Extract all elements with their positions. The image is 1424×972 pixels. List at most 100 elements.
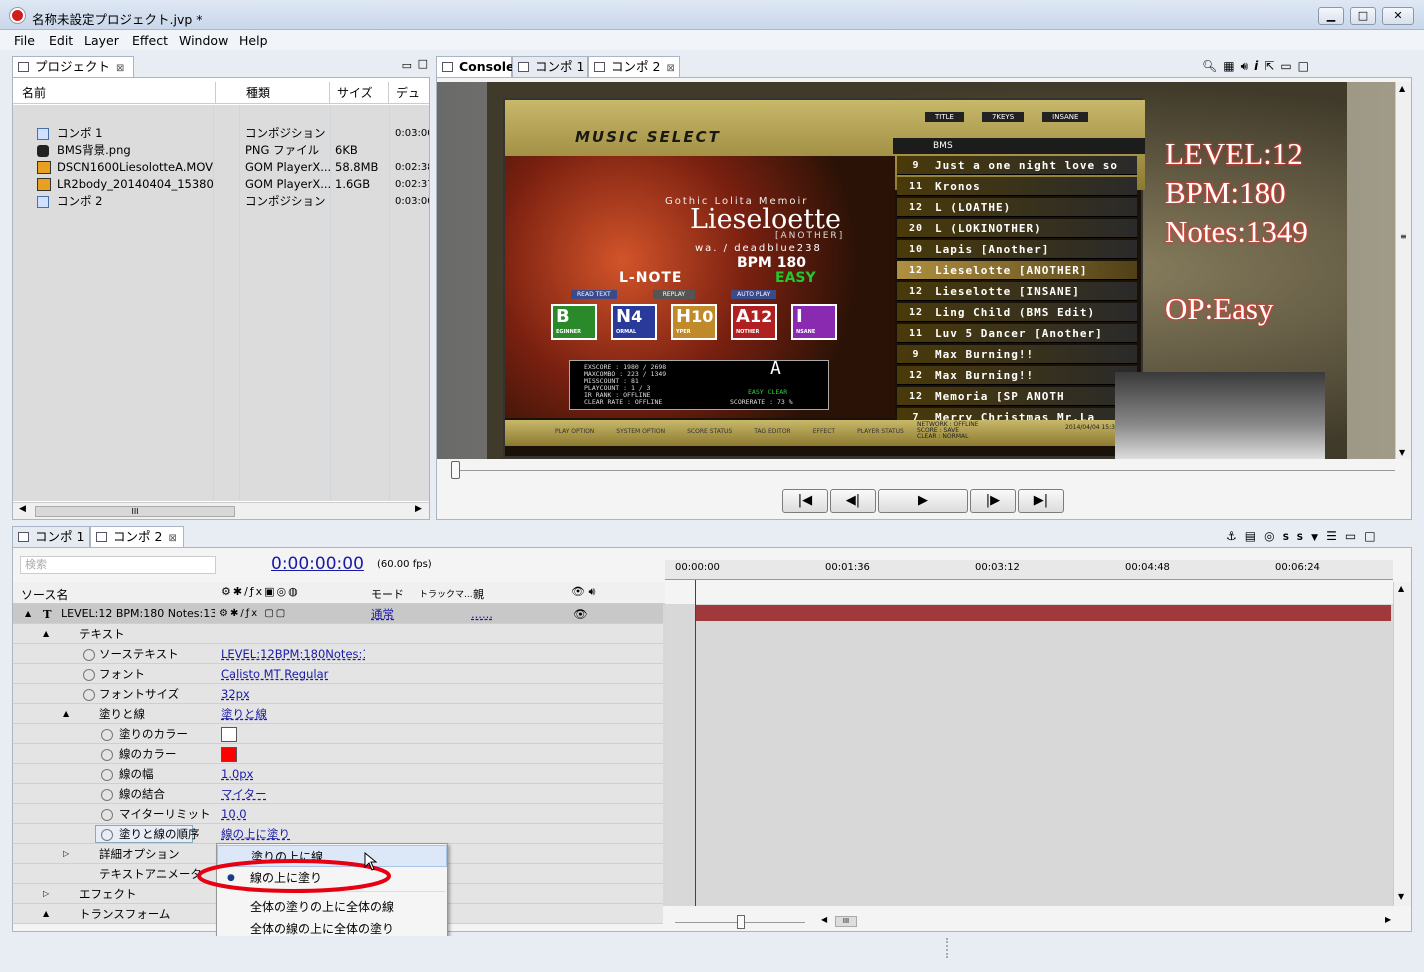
search-input[interactable]: 検索 bbox=[20, 556, 216, 574]
info-icon[interactable]: i bbox=[1254, 59, 1264, 73]
menu-layer[interactable]: Layer bbox=[84, 33, 119, 48]
horizontal-scrollbar[interactable]: ◀ III ▶ bbox=[13, 502, 429, 519]
zoom-icon[interactable]: 🔍︎ bbox=[1202, 59, 1223, 73]
panel-maximize-icon[interactable]: □ bbox=[1364, 529, 1383, 543]
project-panel: プロジェクト⊠ ▭ □ 名前 種類 サイズ デュレー コンポ 1 コンポジション… bbox=[12, 56, 430, 520]
dropdown-icon[interactable]: ▼ bbox=[1311, 533, 1326, 543]
menu-file[interactable]: File bbox=[14, 33, 35, 48]
text-layer-icon: T bbox=[43, 607, 52, 621]
close-button[interactable]: ✕ bbox=[1382, 7, 1414, 25]
panel-minimize-icon[interactable]: ▭ bbox=[1280, 59, 1297, 73]
parent-dropdown[interactable]: ...... bbox=[471, 604, 493, 624]
fill-color-swatch[interactable] bbox=[221, 727, 237, 742]
panel-minimize-icon[interactable]: ▭ bbox=[402, 59, 412, 72]
prop-row: 線の結合 マイター bbox=[13, 784, 663, 804]
viewer-toolbar: 🔍︎▦🔊︎i⇱▭□ bbox=[1202, 59, 1315, 74]
layer-duration-bar[interactable] bbox=[695, 605, 1391, 621]
mode-dropdown[interactable]: 通常 bbox=[371, 604, 394, 624]
tab-comp2[interactable]: コンポ 2 ⊠ bbox=[588, 56, 680, 77]
grid-icon[interactable]: ▦ bbox=[1223, 59, 1240, 73]
next-frame-button[interactable]: |▶ bbox=[970, 489, 1016, 513]
prop-row: 塗りのカラー bbox=[13, 724, 663, 744]
timeline-hscroll[interactable]: ◀ III ▶ bbox=[665, 914, 1411, 930]
menu-item-all-stroke-over-fill[interactable]: 全体の塗りの上に全体の線 bbox=[217, 896, 447, 918]
eye-speaker-icons: 👁︎ 🔊︎ bbox=[571, 585, 596, 598]
prev-frame-button[interactable]: ◀| bbox=[830, 489, 876, 513]
image-file-icon bbox=[37, 145, 49, 157]
speaker-icon[interactable]: 🔊︎ bbox=[1241, 59, 1255, 73]
tab-project[interactable]: プロジェクト ⊠ bbox=[12, 56, 134, 77]
fill-stroke-value[interactable]: 塗りと線 bbox=[221, 704, 267, 724]
tab-console[interactable]: Console bbox=[436, 56, 514, 77]
stroke-color-swatch[interactable] bbox=[221, 747, 237, 762]
popout-icon[interactable]: ⇱ bbox=[1264, 59, 1280, 73]
tab-timeline-comp1[interactable]: コンポ 1 bbox=[12, 526, 90, 547]
seek-thumb[interactable] bbox=[451, 461, 460, 479]
prop-row: ▲ 塗りと線 塗りと線 bbox=[13, 704, 663, 724]
song-list: 9 Just a one night love so 11 Kronos 12 L (… bbox=[897, 156, 1145, 426]
panel-minimize-icon[interactable]: ▭ bbox=[1345, 529, 1364, 543]
anchor-icon[interactable]: ⚓︎ bbox=[1226, 529, 1245, 543]
viewer-panel: Console コンポ 1 コンポ 2 ⊠ 🔍︎▦🔊︎i⇱▭□ MUSIC SEL… bbox=[436, 56, 1412, 520]
col-name[interactable]: 名前 bbox=[16, 82, 216, 104]
minimize-button[interactable]: ▁ bbox=[1318, 7, 1344, 25]
switch-icons: ⚙✱/ƒx▣◎◍ bbox=[221, 585, 300, 598]
menu-help[interactable]: Help bbox=[239, 33, 268, 48]
first-frame-button[interactable]: |◀ bbox=[782, 489, 828, 513]
font-size-value[interactable]: 32px bbox=[221, 684, 250, 704]
motion-blur-icon[interactable]: ◎ bbox=[1264, 529, 1282, 543]
play-button[interactable]: ▶ bbox=[878, 489, 968, 513]
stroke-width-value[interactable]: 1.0px bbox=[221, 764, 253, 784]
layer-switches[interactable]: ⚙✱/ƒx ▢▢ bbox=[219, 604, 287, 624]
project-row[interactable]: LR2body_20140404_153806F.av GOM PlayerX.… bbox=[13, 176, 429, 193]
menu-effect[interactable]: Effect bbox=[132, 33, 168, 48]
movie-file-icon bbox=[37, 161, 51, 174]
scroll-thumb[interactable]: III bbox=[35, 506, 235, 517]
ss-icon[interactable]: SS bbox=[1283, 533, 1312, 543]
project-row[interactable]: DSCN1600LiesolotteA.MOV GOM PlayerX... 5… bbox=[13, 159, 429, 176]
line-join-value[interactable]: マイター bbox=[221, 784, 267, 804]
menu-window[interactable]: Window bbox=[179, 33, 228, 48]
prop-row: ソーステキストLEVEL:12BPM:180Notes:1349 bbox=[13, 644, 663, 664]
current-time[interactable]: 0:00:00:00 bbox=[271, 554, 364, 574]
col-size[interactable]: サイズ bbox=[331, 82, 389, 104]
source-text-value[interactable]: LEVEL:12BPM:180Notes:1349 bbox=[221, 644, 365, 664]
comp-icon bbox=[37, 196, 49, 208]
visibility-icon[interactable]: 👁︎ bbox=[573, 604, 588, 624]
playhead[interactable] bbox=[695, 580, 696, 906]
zoom-slider-thumb[interactable] bbox=[737, 915, 745, 929]
layers-icon[interactable]: ▤ bbox=[1245, 529, 1264, 543]
tab-comp1[interactable]: コンポ 1 bbox=[512, 56, 588, 77]
mouse-cursor-icon bbox=[364, 852, 378, 871]
col-type[interactable]: 種類 bbox=[240, 82, 330, 104]
time-ruler[interactable]: 00:00:00 00:01:36 00:03:12 00:04:48 00:0… bbox=[665, 560, 1393, 580]
font-value[interactable]: Calisto MT Regular bbox=[221, 664, 328, 684]
tab-timeline-comp2[interactable]: コンポ 2 ⊠ bbox=[90, 526, 184, 547]
project-row[interactable]: コンポ 2 コンポジション 0:03:00 bbox=[13, 193, 429, 210]
project-row[interactable]: コンポ 1 コンポジション 0:03:00 bbox=[13, 125, 429, 142]
timeline-vscroll[interactable]: ▲ ▼ bbox=[1393, 582, 1411, 906]
text-layer-overlay: LEVEL:12 BPM:180 Notes:1349 OP:Easy bbox=[1165, 136, 1308, 326]
vertical-scrollbar[interactable]: ▲ ▼ ≡ bbox=[1395, 82, 1411, 459]
menu-edit[interactable]: Edit bbox=[49, 33, 73, 48]
scroll-right-icon[interactable]: ▶ bbox=[415, 504, 422, 514]
layer-row[interactable]: ▲ T LEVEL:12 BPM:180 Notes:1349 ⚙✱/ƒx ▢▢… bbox=[13, 604, 663, 624]
fill-stroke-order-value[interactable]: 線の上に塗り bbox=[221, 824, 290, 844]
seek-track[interactable] bbox=[451, 470, 1395, 471]
preview-canvas[interactable]: MUSIC SELECT TITLE 7KEYS INSANE BMS Goth… bbox=[437, 82, 1395, 459]
project-row[interactable]: BMS背景.png PNG ファイル 6KB bbox=[13, 142, 429, 159]
window-title: 名称未設定プロジェクト.jvp * bbox=[32, 12, 203, 27]
fps-label: (60.00 fps) bbox=[377, 559, 432, 570]
prop-row: 塗りと線の順序 線の上に塗り bbox=[13, 824, 663, 844]
panel-maximize-icon[interactable]: □ bbox=[418, 57, 428, 70]
maximize-button[interactable]: □ bbox=[1350, 7, 1376, 25]
prop-row: 線のカラー bbox=[13, 744, 663, 764]
miter-limit-value[interactable]: 10.0 bbox=[221, 804, 247, 824]
prop-row: 線の幅 1.0px bbox=[13, 764, 663, 784]
list-icon[interactable]: ☰ bbox=[1326, 529, 1345, 543]
scroll-left-icon[interactable]: ◀ bbox=[19, 504, 26, 514]
col-duration[interactable]: デュレー bbox=[390, 82, 429, 122]
panel-maximize-icon[interactable]: □ bbox=[1298, 59, 1315, 73]
app-icon bbox=[10, 8, 25, 23]
last-frame-button[interactable]: ▶| bbox=[1018, 489, 1064, 513]
